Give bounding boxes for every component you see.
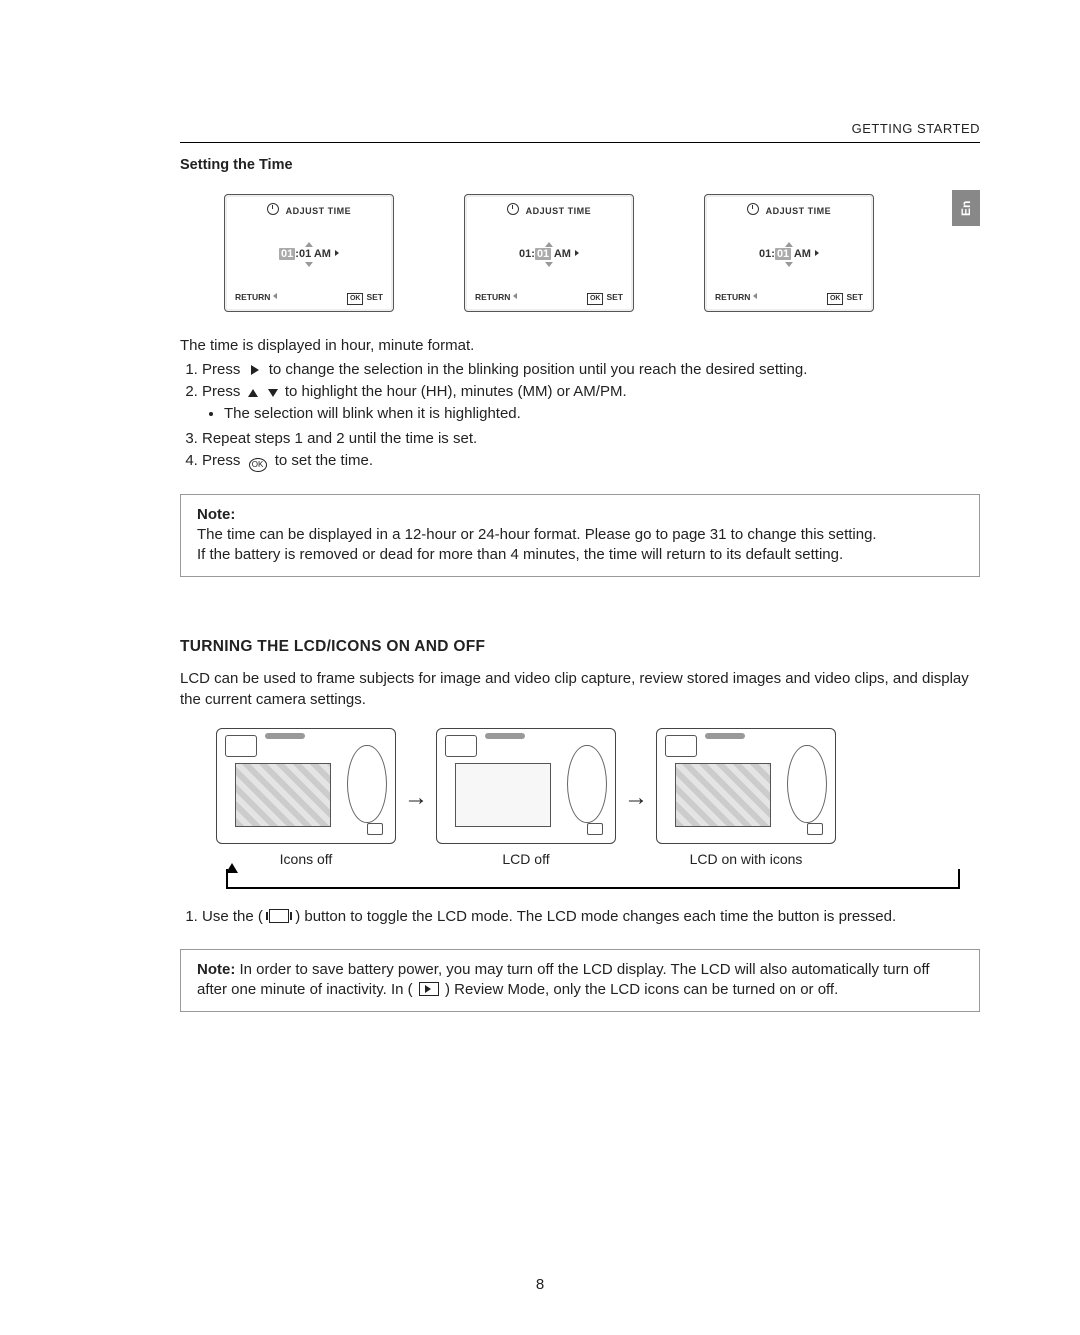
- note1-line2: If the battery is removed or dead for mo…: [197, 545, 963, 565]
- lcd-steps: Use the ( ) button to toggle the LCD mod…: [180, 907, 980, 927]
- page-number: 8: [0, 1275, 1080, 1295]
- ok-button-icon: OK: [249, 458, 267, 472]
- up-arrow-icon: [545, 242, 553, 247]
- lcd-screen-1: ADJUST TIME 01:01 AM RETURN OKSET: [224, 194, 394, 312]
- display-button-icon: [269, 909, 289, 923]
- lcd-preview-image-icons: [675, 763, 771, 827]
- lcd-preview-off: [455, 763, 551, 827]
- left-arrow-icon: [753, 293, 757, 299]
- lcd1-title: ADJUST TIME: [235, 203, 383, 217]
- setting-time-title: Setting the Time: [180, 156, 980, 176]
- up-arrow-icon: [305, 242, 313, 247]
- note-box-2: Note: In order to save battery power, yo…: [180, 949, 980, 1012]
- lcd-step-1: Use the ( ) button to toggle the LCD mod…: [202, 907, 980, 927]
- cycle-arrow-icon: →: [404, 782, 428, 814]
- page-content: Setting the Time ADJUST TIME 01:01 AM RE…: [180, 156, 980, 1012]
- clock-icon: [507, 203, 519, 215]
- lcd-screen-2: ADJUST TIME 01:01 AM RETURN OKSET: [464, 194, 634, 312]
- left-arrow-icon: [273, 293, 277, 299]
- right-arrow-icon: [251, 365, 259, 375]
- left-arrow-icon: [513, 293, 517, 299]
- ok-icon: OK: [587, 293, 604, 304]
- lcd-preview-image: [235, 763, 331, 827]
- lcd1-time: 01:01 AM: [235, 242, 383, 267]
- clock-icon: [267, 203, 279, 215]
- lcd-intro: LCD can be used to frame subjects for im…: [180, 669, 980, 710]
- lcd-section-heading: TURNING THE LCD/ICONS ON AND OFF: [180, 637, 980, 658]
- note1-line1: The time can be displayed in a 12-hour o…: [197, 525, 963, 545]
- step-1: Press to change the selection in the bli…: [202, 360, 980, 380]
- step-4: Press OK to set the time.: [202, 451, 980, 472]
- down-arrow-icon: [545, 262, 553, 267]
- review-mode-icon: [419, 982, 439, 996]
- clock-icon: [747, 203, 759, 215]
- up-arrow-icon: [785, 242, 793, 247]
- note1-heading: Note:: [197, 505, 963, 525]
- ok-icon: OK: [347, 293, 364, 304]
- cycle-return-arrow: [226, 869, 960, 889]
- note2-heading: Note:: [197, 961, 235, 978]
- display-button-icon: [807, 823, 823, 835]
- note-box-1: Note: The time can be displayed in a 12-…: [180, 494, 980, 577]
- step-3: Repeat steps 1 and 2 until the time is s…: [202, 429, 980, 449]
- down-arrow-icon: [785, 262, 793, 267]
- header-section: GETTING STARTED: [852, 121, 980, 136]
- time-intro: The time is displayed in hour, minute fo…: [180, 336, 980, 356]
- step-2-sub: The selection will blink when it is high…: [202, 404, 980, 424]
- lens-icon: [347, 745, 387, 823]
- manual-page: GETTING STARTED En Setting the Time ADJU…: [0, 0, 1080, 1335]
- right-arrow-icon: [335, 250, 339, 256]
- down-arrow-icon: [268, 389, 278, 397]
- step-2: Press to highlight the hour (HH), minute…: [202, 382, 980, 425]
- camera-state-2: LCD off: [436, 728, 616, 869]
- language-tab: En: [952, 190, 980, 226]
- lens-icon: [787, 745, 827, 823]
- up-arrow-icon: [248, 389, 258, 397]
- display-button-icon: [587, 823, 603, 835]
- cycle-arrow-icon: →: [624, 782, 648, 814]
- adjust-time-screens: ADJUST TIME 01:01 AM RETURN OKSET ADJUST…: [224, 194, 980, 312]
- ok-icon: OK: [827, 293, 844, 304]
- right-arrow-icon: [815, 250, 819, 256]
- time-steps: Press to change the selection in the bli…: [180, 360, 980, 472]
- lcd1-footer: RETURN OKSET: [235, 292, 383, 304]
- right-arrow-icon: [575, 250, 579, 256]
- lens-icon: [567, 745, 607, 823]
- lcd-cycle-diagram: Icons off → LCD off →: [216, 728, 980, 889]
- lcd-screen-3: ADJUST TIME 01:01 AM RETURN OKSET: [704, 194, 874, 312]
- header-bar: GETTING STARTED: [180, 120, 980, 143]
- down-arrow-icon: [305, 262, 313, 267]
- camera-state-3: LCD on with icons: [656, 728, 836, 869]
- note2-line1b: ) Review Mode, only the LCD icons can be…: [445, 981, 838, 998]
- camera-state-1: Icons off: [216, 728, 396, 869]
- display-button-icon: [367, 823, 383, 835]
